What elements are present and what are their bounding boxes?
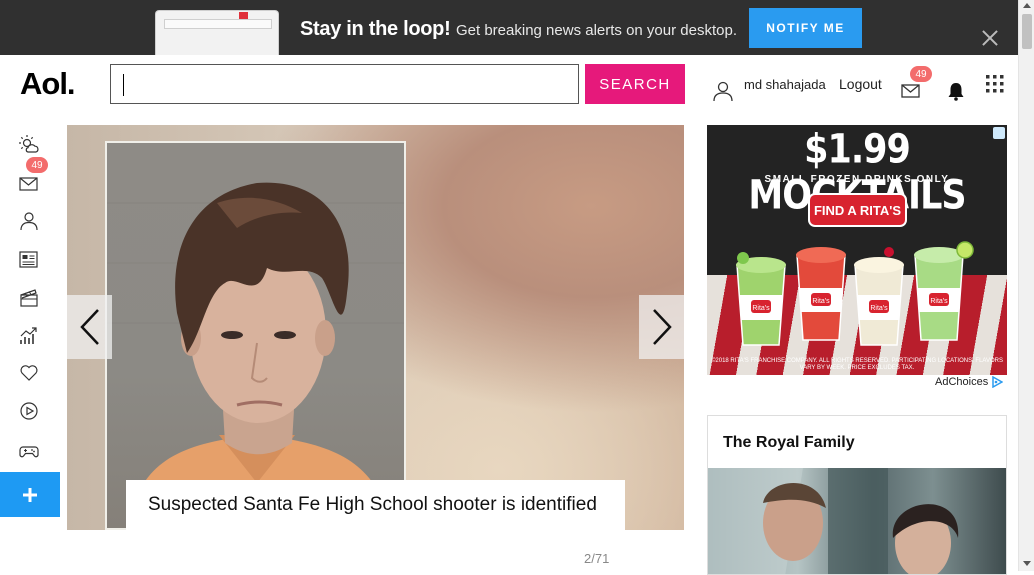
banner-illustration (155, 10, 279, 55)
apps-grid-icon[interactable] (986, 75, 1004, 93)
username[interactable]: md shahajada (744, 77, 826, 92)
ad-info-icon[interactable] (993, 127, 1005, 139)
news-icon[interactable] (18, 249, 40, 271)
banner-illustration-alert (239, 12, 248, 19)
ad-drinks-illustration: Rita's Rita's Rita's Rita's (736, 241, 974, 346)
slide-counter: 2/71 (584, 551, 610, 566)
banner-subtitle: Get breaking news alerts on your desktop… (456, 22, 737, 39)
chevron-left-icon (79, 309, 99, 345)
sidebar-mail-badge: 49 (26, 157, 48, 173)
slideshow-image[interactable] (67, 125, 684, 530)
weather-icon[interactable] (18, 134, 40, 156)
mugshot-portrait (107, 182, 404, 528)
ad-cup-label-4: Rita's (930, 298, 948, 305)
video-play-icon[interactable] (18, 400, 40, 422)
previous-slide-button[interactable] (67, 295, 112, 359)
heart-icon[interactable] (18, 362, 40, 384)
ad-cta-button[interactable]: FIND A RITA'S (808, 193, 907, 227)
mail-icon[interactable] (901, 83, 920, 99)
vertical-scrollbar[interactable] (1018, 0, 1034, 571)
profile-icon[interactable] (18, 210, 40, 232)
notification-banner: Stay in the loop! Get breaking news aler… (0, 0, 1018, 55)
mail-count-badge: 49 (910, 66, 932, 82)
ad-cup-label-3: Rita's (870, 305, 888, 312)
search-input[interactable] (110, 64, 579, 104)
ad-subheadline: SMALL FROZEN DRINKS ONLY (764, 174, 950, 185)
scroll-thumb[interactable] (1022, 14, 1032, 49)
logout-link[interactable]: Logout (839, 76, 882, 92)
slide-caption: Suspected Santa Fe High School shooter i… (126, 480, 625, 530)
search-button[interactable]: SEARCH (585, 64, 685, 104)
user-icon[interactable] (712, 80, 734, 102)
ad-fine-print: ©2018 RITA'S FRANCHISE COMPANY. ALL RIGH… (711, 358, 1003, 371)
games-controller-icon[interactable] (18, 440, 40, 462)
sidebar-mail-icon[interactable] (18, 173, 40, 195)
royal-family-card[interactable]: The Royal Family (707, 415, 1007, 575)
scroll-down-arrow[interactable] (1023, 561, 1031, 566)
adchoices-link[interactable]: AdChoices (935, 376, 988, 388)
next-slide-button[interactable] (639, 295, 684, 359)
bell-icon[interactable] (947, 82, 965, 101)
card-image[interactable] (708, 468, 1006, 574)
scroll-up-arrow[interactable] (1023, 3, 1031, 8)
aol-logo[interactable]: Aol. (20, 66, 76, 102)
banner-illustration-bar (164, 19, 272, 29)
finance-icon[interactable] (18, 325, 40, 347)
chevron-right-icon (652, 309, 672, 345)
advertisement[interactable]: $1.99 MOCKTAILS SMALL FROZEN DRINKS ONLY… (707, 125, 1007, 375)
add-button[interactable] (0, 472, 60, 517)
text-cursor (123, 74, 124, 96)
adchoices-icon[interactable] (991, 376, 1003, 388)
notify-me-button[interactable]: NOTIFY ME (749, 8, 862, 48)
plus-icon (23, 487, 37, 502)
ad-cup-label-1: Rita's (752, 305, 770, 312)
banner-title: Stay in the loop! (300, 18, 451, 40)
card-photo (708, 468, 959, 574)
entertainment-icon[interactable] (18, 287, 40, 309)
close-icon[interactable] (980, 28, 1000, 48)
ad-cup-label-2: Rita's (812, 298, 830, 305)
card-title[interactable]: The Royal Family (723, 434, 855, 452)
mugshot-photo (105, 141, 406, 530)
